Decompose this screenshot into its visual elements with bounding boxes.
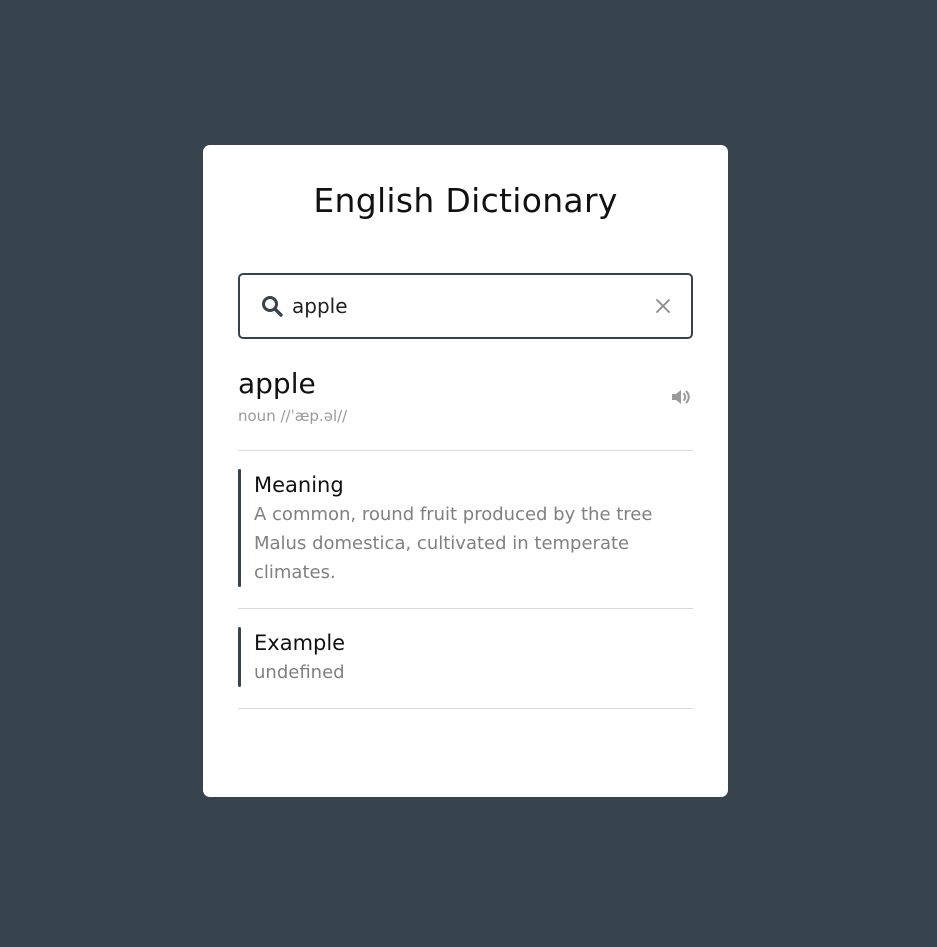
example-label: Example — [254, 631, 346, 655]
search-box[interactable] — [238, 273, 693, 339]
word-title: apple — [238, 367, 316, 400]
word-details: noun //ˈæp.əl// — [238, 407, 348, 425]
dictionary-card: English Dictionary apple noun //ˈæp.əl//… — [203, 145, 728, 797]
example-section: Example undefined — [238, 609, 693, 709]
meaning-text: A common, round fruit produced by the tr… — [254, 504, 653, 583]
example-text: undefined — [254, 662, 345, 683]
page-title: English Dictionary — [313, 181, 618, 220]
close-icon[interactable] — [653, 296, 673, 316]
search-icon — [262, 296, 283, 317]
meaning-accent-bar — [238, 469, 241, 587]
example-accent-bar — [238, 627, 241, 687]
meaning-section: Meaning A common, round fruit produced b… — [238, 451, 693, 609]
word-header: apple noun //ˈæp.əl// — [238, 365, 693, 451]
search-input[interactable] — [292, 275, 641, 337]
volume-icon[interactable] — [669, 385, 693, 409]
meaning-label: Meaning — [254, 473, 344, 497]
